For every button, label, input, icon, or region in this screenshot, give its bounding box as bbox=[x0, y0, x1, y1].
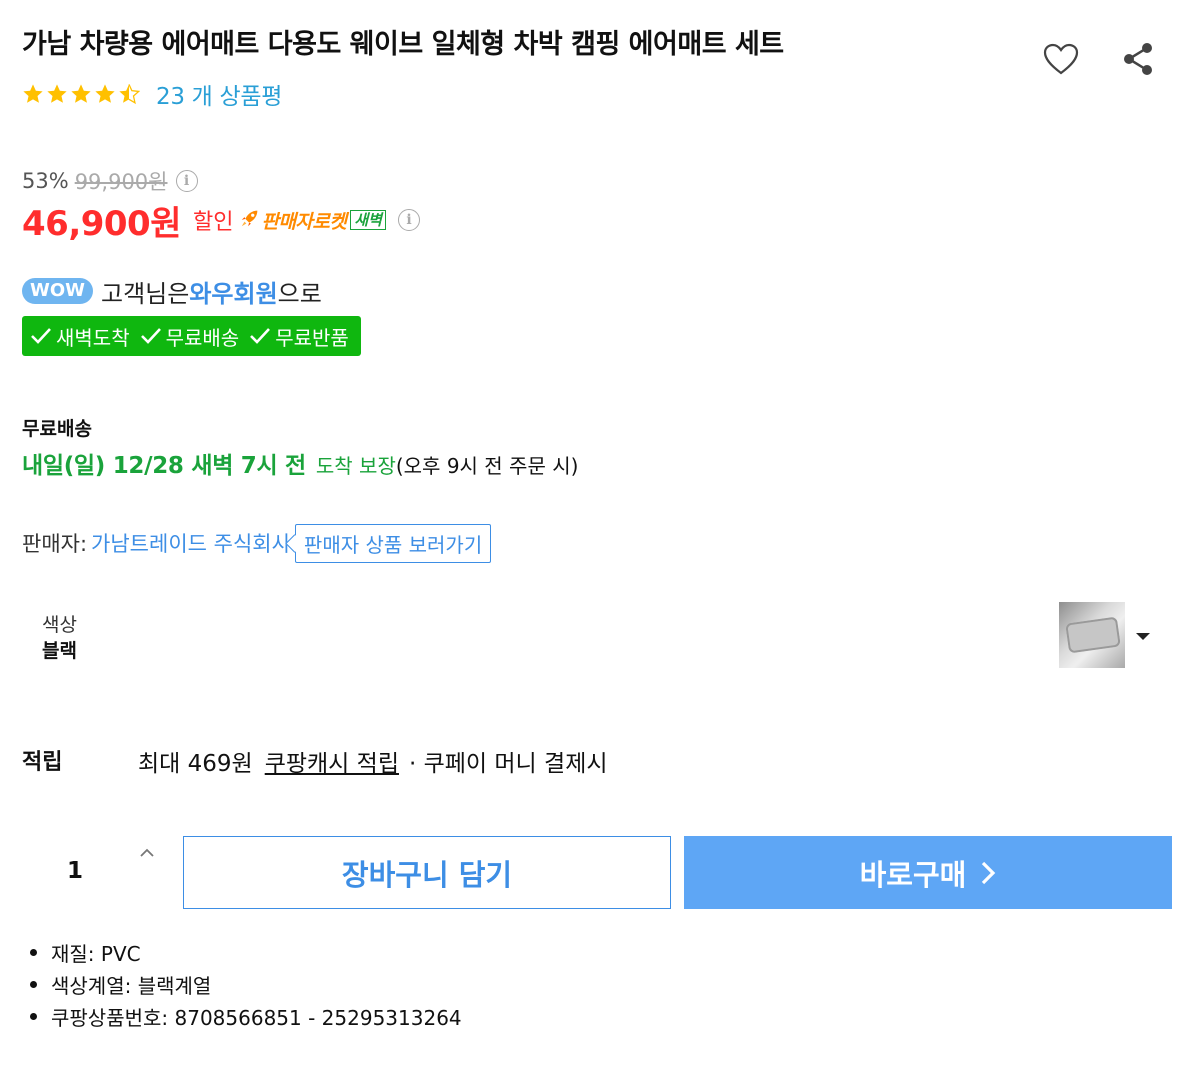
wow-text-before: 고객님은 bbox=[101, 279, 190, 308]
info-icon[interactable]: i bbox=[397, 209, 420, 231]
option-thumbnail[interactable] bbox=[1059, 602, 1125, 668]
shipping-row: 내일(일) 12/28 새벽 7시 전 도착 보장 (오후 9시 전 주문 시) bbox=[22, 446, 578, 480]
star-icon bbox=[70, 83, 92, 105]
check-icon bbox=[31, 328, 51, 344]
seller-rocket-label: 판매자로켓 bbox=[261, 210, 347, 233]
seller-label: 판매자: bbox=[22, 532, 88, 556]
attribute-item: 재질: PVC bbox=[22, 936, 462, 968]
rating-row: 23 개 상품평 bbox=[22, 78, 282, 110]
wishlist-button[interactable] bbox=[1040, 38, 1082, 80]
attribute-text: 쿠팡상품번호: 8708566851 - 25295313264 bbox=[51, 1005, 462, 1030]
sale-price: 46,900원 bbox=[22, 203, 181, 244]
caret-down-icon bbox=[1136, 633, 1150, 640]
add-to-cart-label: 장바구니 담기 bbox=[341, 857, 513, 892]
product-attributes: 재질: PVC 색상계열: 블랙계열 쿠팡상품번호: 8708566851 - … bbox=[22, 936, 462, 1032]
wow-row: WOW 고객님은 와우회원 으로 bbox=[22, 274, 322, 308]
attribute-text: 재질: PVC bbox=[51, 941, 141, 966]
benefit-label: 무료배송 bbox=[165, 325, 240, 350]
benefit-item: 무료배송 bbox=[140, 322, 240, 351]
check-icon bbox=[250, 328, 271, 344]
add-to-cart-button[interactable]: 장바구니 담기 bbox=[183, 836, 671, 909]
original-price: 99,900원 bbox=[74, 170, 168, 194]
benefit-label: 새벽도착 bbox=[56, 325, 130, 350]
discount-rate: 53% bbox=[22, 169, 69, 193]
seller-name-link[interactable]: 가남트레이드 주식회사 bbox=[91, 528, 291, 558]
review-count-link[interactable]: 23 개 상품평 bbox=[156, 77, 282, 111]
delivery-condition: (오후 9시 전 주문 시) bbox=[395, 454, 579, 478]
star-half-icon bbox=[118, 83, 140, 105]
benefit-box: 새벽도착 무료배송 무료반품 bbox=[22, 316, 361, 356]
attribute-item: 색상계열: 블랙계열 bbox=[22, 968, 462, 1000]
buy-now-label: 바로구매 bbox=[859, 857, 967, 892]
coupang-cash-link[interactable]: 쿠팡캐시 적립 bbox=[265, 744, 399, 778]
discount-row: 53% 99,900원 i bbox=[22, 166, 198, 196]
chevron-up-icon bbox=[140, 848, 154, 857]
share-icon bbox=[1124, 43, 1152, 75]
share-button[interactable] bbox=[1117, 38, 1159, 80]
benefit-item: 새벽도착 bbox=[30, 322, 130, 351]
reward-condition: · 쿠페이 머니 결제시 bbox=[408, 751, 608, 777]
delivery-date: 내일(일) 12/28 새벽 7시 전 bbox=[22, 453, 306, 479]
option-label: 색상 bbox=[42, 614, 77, 636]
option-dropdown-toggle[interactable] bbox=[1133, 628, 1153, 642]
dawn-badge: 새벽 bbox=[350, 210, 386, 230]
reward-row: 최대 469원 쿠팡캐시 적립 · 쿠페이 머니 결제시 bbox=[138, 744, 608, 778]
wow-text-after: 으로 bbox=[277, 279, 322, 308]
star-icon bbox=[22, 83, 44, 105]
star-icon bbox=[94, 83, 116, 105]
star-icon bbox=[46, 83, 68, 105]
rating-stars bbox=[22, 83, 140, 105]
wow-member-link[interactable]: 와우회원 bbox=[189, 274, 277, 309]
benefit-item: 무료반품 bbox=[249, 322, 349, 351]
attribute-item: 쿠팡상품번호: 8708566851 - 25295313264 bbox=[22, 1000, 462, 1032]
price-row: 46,900원 할인 판매자로켓 새벽 i bbox=[22, 198, 420, 244]
heart-icon bbox=[1043, 43, 1079, 75]
seller-row: 판매자: 가남트레이드 주식회사 판매자 상품 보러가기 bbox=[22, 523, 492, 563]
quantity-increase-button[interactable] bbox=[134, 842, 160, 864]
buy-now-button[interactable]: 바로구매 bbox=[684, 836, 1172, 909]
check-icon bbox=[140, 328, 161, 344]
shipping-label: 무료배송 bbox=[22, 418, 92, 440]
quantity-value[interactable]: 1 bbox=[60, 858, 90, 884]
product-title: 가남 차량용 에어매트 다용도 웨이브 일체형 차박 캠핑 에어매트 세트 bbox=[22, 29, 784, 60]
delivery-guarantee: 도착 보장 bbox=[315, 454, 396, 478]
rocket-icon bbox=[239, 207, 261, 233]
seller-products-button[interactable]: 판매자 상품 보러가기 bbox=[294, 523, 492, 563]
attribute-text: 색상계열: 블랙계열 bbox=[51, 973, 212, 998]
chevron-right-icon bbox=[982, 861, 996, 884]
reward-label: 적립 bbox=[22, 750, 63, 775]
wow-badge: WOW bbox=[22, 278, 94, 304]
option-value: 블랙 bbox=[42, 640, 77, 662]
sale-label: 할인 bbox=[192, 210, 234, 235]
info-icon[interactable]: i bbox=[175, 170, 198, 192]
reward-amount: 최대 469원 bbox=[138, 751, 253, 777]
benefit-label: 무료반품 bbox=[275, 325, 349, 350]
